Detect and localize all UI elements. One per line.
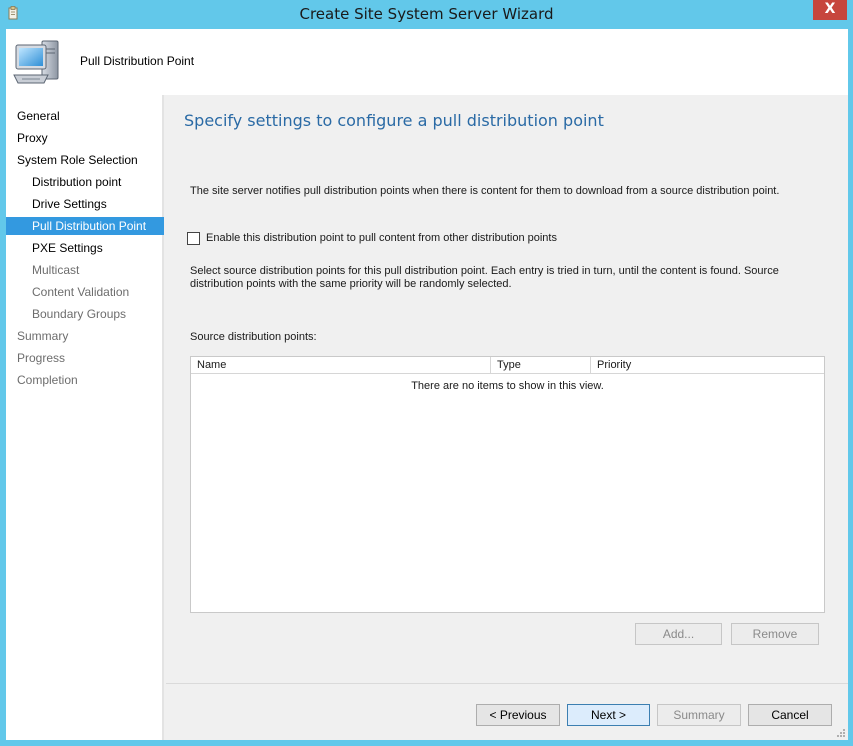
footer-divider [166, 683, 848, 684]
step-general[interactable]: General [17, 107, 60, 125]
source-dp-list[interactable]: Name Type Priority There are no items to… [190, 356, 825, 613]
source-dp-label: Source distribution points: [190, 331, 317, 343]
column-name[interactable]: Name [191, 357, 491, 373]
wizard-client-area: Pull Distribution Point General Proxy Sy… [6, 29, 848, 740]
list-header: Name Type Priority [191, 357, 824, 374]
list-empty-message: There are no items to show in this view. [411, 380, 604, 392]
next-button[interactable]: Next > [567, 704, 650, 726]
step-progress: Progress [17, 351, 66, 365]
step-pull-distribution-point[interactable]: Pull Distribution Point [6, 217, 164, 235]
step-system-role-selection[interactable]: System Role Selection [17, 151, 138, 169]
enable-pull-checkbox[interactable] [187, 232, 200, 245]
step-completion: Completion [17, 373, 78, 387]
column-priority[interactable]: Priority [591, 357, 824, 373]
step-distribution-point[interactable]: Distribution point [32, 173, 121, 191]
cancel-button[interactable]: Cancel [748, 704, 832, 726]
page-title: Specify settings to configure a pull dis… [184, 111, 604, 130]
wizard-step-sidebar: General Proxy System Role Selection Dist… [6, 95, 164, 740]
wizard-page: Specify settings to configure a pull dis… [166, 95, 848, 740]
enable-pull-checkbox-label[interactable]: Enable this distribution point to pull c… [206, 232, 557, 244]
step-pxe-settings[interactable]: PXE Settings [32, 239, 103, 257]
add-button[interactable]: Add... [635, 623, 722, 645]
step-boundary-groups: Boundary Groups [32, 307, 127, 321]
source-selection-description: Select source distribution points for th… [190, 265, 779, 290]
title-bar[interactable]: Create Site System Server Wizard X [0, 0, 853, 28]
step-proxy[interactable]: Proxy [17, 129, 48, 147]
remove-button[interactable]: Remove [731, 623, 819, 645]
window-title: Create Site System Server Wizard [299, 5, 554, 23]
step-summary: Summary [17, 329, 69, 343]
computer-icon [13, 40, 59, 84]
column-type[interactable]: Type [491, 357, 591, 373]
summary-button[interactable]: Summary [657, 704, 741, 726]
close-button[interactable]: X [813, 0, 847, 20]
header-title: Pull Distribution Point [80, 54, 195, 68]
previous-button[interactable]: < Previous [476, 704, 560, 726]
page-description: The site server notifies pull distributi… [190, 185, 780, 197]
wizard-header: Pull Distribution Point [6, 29, 848, 95]
step-drive-settings[interactable]: Drive Settings [32, 195, 107, 213]
step-content-validation: Content Validation [32, 285, 130, 299]
wizard-window: Create Site System Server Wizard X Pull … [0, 0, 853, 746]
step-multicast: Multicast [32, 263, 80, 277]
resize-grip-icon[interactable] [836, 728, 846, 738]
